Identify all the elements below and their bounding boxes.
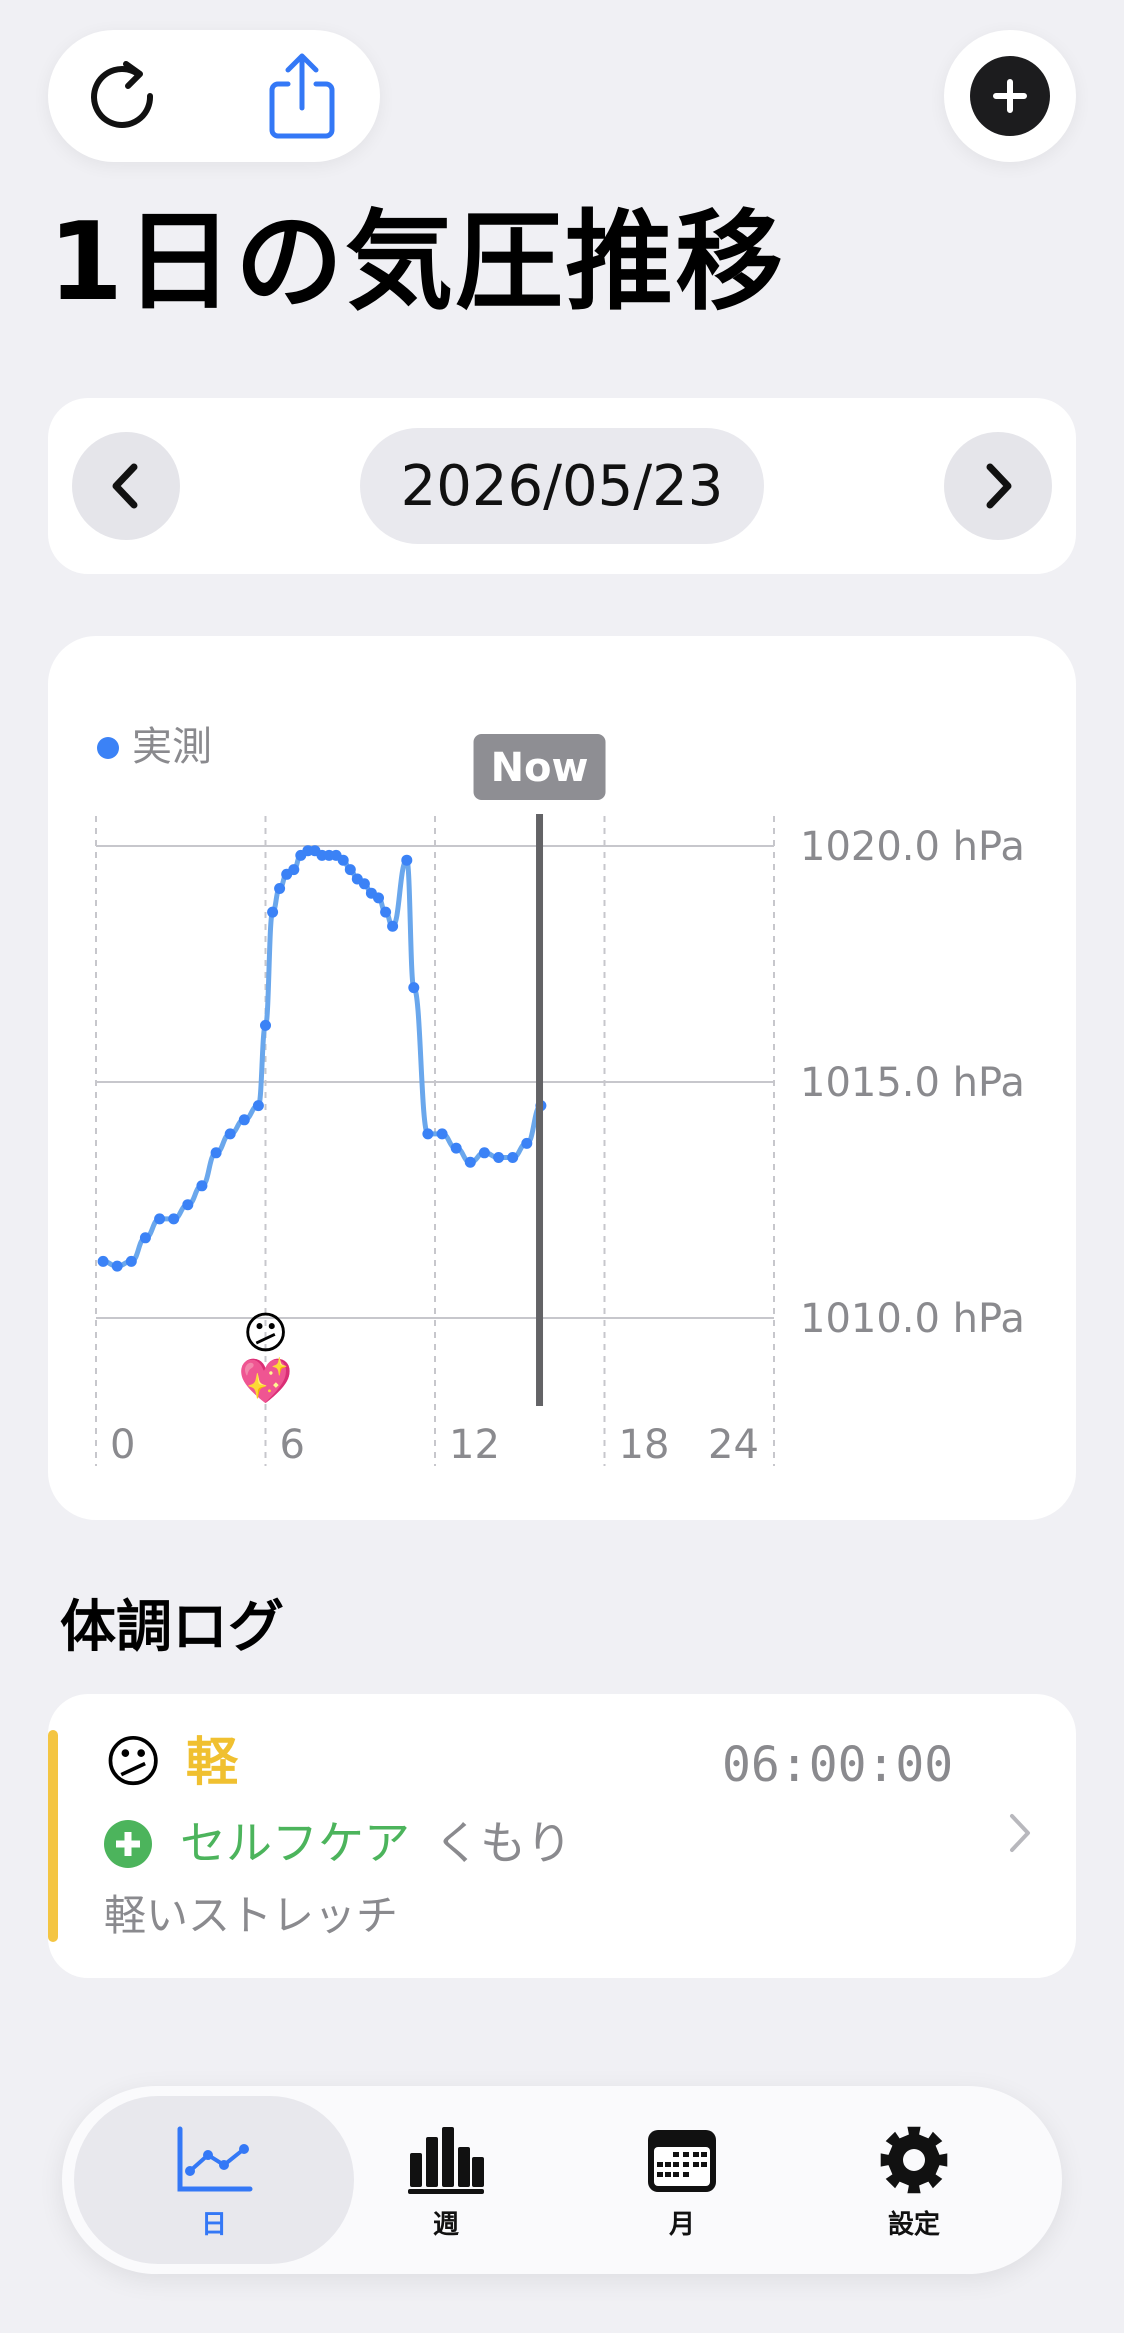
data-point — [139, 1232, 151, 1244]
tab-label: 週 — [432, 2210, 459, 2240]
data-point — [210, 1147, 222, 1159]
mood-marker-icon: 😕 — [243, 1308, 289, 1359]
tab-day[interactable]: 日 — [74, 2096, 354, 2264]
tab-label: 日 — [200, 2210, 227, 2240]
gear-icon — [878, 2122, 950, 2198]
severity-indicator-bar — [48, 1730, 58, 1942]
data-point — [274, 883, 286, 894]
x-tick-label: 0 — [110, 1422, 135, 1468]
log-note: 軽いストレッチ — [104, 1891, 399, 1940]
x-tick-label: 12 — [449, 1422, 500, 1468]
chevron-right-icon — [986, 463, 1012, 509]
legend-dot-icon — [97, 737, 119, 759]
self-care-plus-icon — [104, 1820, 152, 1868]
data-point — [154, 1213, 166, 1225]
data-point — [436, 1128, 448, 1140]
tab-bar: 日 週 月 設定 — [62, 2086, 1062, 2274]
data-point — [196, 1180, 208, 1192]
data-point — [168, 1213, 180, 1225]
data-point — [97, 1255, 109, 1267]
data-point — [507, 1152, 519, 1163]
date-navigation: 2026/05/23 — [48, 398, 1076, 574]
previous-day-button[interactable] — [72, 432, 180, 540]
now-label: Now — [491, 745, 589, 791]
data-point — [344, 864, 356, 876]
line-chart-icon — [174, 2122, 254, 2198]
y-tick-label: 1015.0 hPa — [800, 1060, 1025, 1106]
date-selector[interactable]: 2026/05/23 — [360, 428, 764, 544]
tab-settings[interactable]: 設定 — [794, 2096, 1034, 2264]
calendar-icon — [645, 2122, 719, 2198]
chevron-right-icon — [1010, 1814, 1030, 1852]
mood-emoji-icon: 😕 — [104, 1730, 163, 1795]
page-title: 1日の気圧推移 — [48, 200, 786, 325]
next-day-button[interactable] — [944, 432, 1052, 540]
legend-label: 実測 — [132, 724, 212, 770]
heart-marker-icon: 💖 — [238, 1356, 293, 1407]
refresh-icon — [91, 61, 154, 128]
tab-label: 設定 — [887, 2210, 940, 2240]
plus-icon — [970, 56, 1050, 136]
pressure-chart-card: 実測 1010.0 hPa 1015.0 hPa 1020.0 hPa 0 6 12 18 24… — [48, 636, 1076, 1520]
data-point — [238, 1114, 250, 1126]
x-tick-label: 18 — [619, 1422, 670, 1468]
data-point — [422, 1128, 434, 1140]
weather-label: くもり — [434, 1816, 572, 1870]
y-tick-label: 1020.0 hPa — [800, 824, 1025, 870]
data-point — [408, 982, 420, 994]
tab-week[interactable]: 週 — [326, 2096, 566, 2264]
data-point — [493, 1152, 505, 1163]
self-care-label: セルフケア — [180, 1816, 410, 1870]
data-point — [288, 864, 300, 876]
data-point — [125, 1255, 137, 1267]
data-point — [380, 906, 392, 918]
data-point — [252, 1100, 264, 1112]
y-tick-label: 1010.0 hPa — [800, 1296, 1025, 1342]
chevron-left-icon — [112, 463, 138, 509]
data-point — [224, 1128, 236, 1140]
data-point — [182, 1199, 194, 1211]
data-point — [260, 1019, 271, 1031]
x-tick-label: 24 — [708, 1422, 759, 1468]
data-point — [358, 878, 370, 890]
data-point — [337, 854, 349, 866]
data-point — [267, 906, 279, 918]
health-log-title: 体調ログ — [60, 1595, 284, 1660]
data-point — [478, 1147, 490, 1159]
severity-level: 軽 — [186, 1733, 239, 1793]
top-toolbar — [48, 30, 380, 162]
pressure-chart[interactable]: 実測 1010.0 hPa 1015.0 hPa 1020.0 hPa 0 6 12 18 24… — [48, 636, 1076, 1520]
data-point — [464, 1156, 476, 1168]
data-point — [450, 1142, 462, 1154]
add-button[interactable] — [944, 30, 1076, 162]
data-point — [401, 854, 413, 866]
share-icon — [269, 53, 335, 139]
data-point — [521, 1137, 533, 1149]
x-tick-label: 6 — [280, 1422, 305, 1468]
refresh-button[interactable] — [76, 48, 172, 144]
data-point — [373, 892, 384, 904]
health-log-entry[interactable]: 😕 軽 06:00:00 セルフケア くもり 軽いストレッチ — [48, 1694, 1076, 1978]
data-point — [111, 1260, 123, 1272]
series-line — [102, 848, 543, 1269]
share-button[interactable] — [254, 48, 350, 144]
log-time: 06:00:00 — [722, 1737, 954, 1793]
tab-month[interactable]: 月 — [562, 2096, 802, 2264]
tab-label: 月 — [668, 2210, 695, 2240]
bar-chart-icon — [406, 2122, 486, 2198]
data-point — [387, 920, 399, 932]
